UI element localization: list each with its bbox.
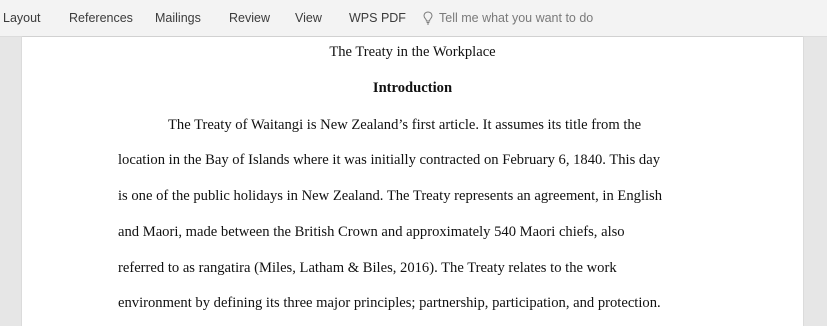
body-line-6: environment by defining its three major … bbox=[118, 295, 661, 311]
body-line-3: is one of the public holidays in New Zea… bbox=[118, 188, 663, 204]
tab-view[interactable]: View bbox=[295, 11, 322, 25]
tell-me-placeholder: Tell me what you want to do bbox=[439, 11, 594, 25]
body-line-2: location in the Bay of Islands where it … bbox=[118, 152, 661, 168]
ribbon-tab-bar: Layout References Mailings Review View W… bbox=[0, 0, 827, 37]
document-page[interactable]: The Treaty in the Workplace Introduction… bbox=[22, 37, 803, 326]
lightbulb-icon bbox=[423, 11, 433, 25]
tab-mailings[interactable]: Mailings bbox=[155, 11, 201, 25]
tab-wps-pdf[interactable]: WPS PDF bbox=[349, 11, 406, 25]
document-title: The Treaty in the Workplace bbox=[329, 44, 496, 60]
body-line-5: referred to as rangatira (Miles, Latham … bbox=[118, 260, 617, 276]
body-line-4: and Maori, made between the British Crow… bbox=[118, 224, 625, 240]
section-heading: Introduction bbox=[372, 80, 453, 96]
tab-references[interactable]: References bbox=[69, 11, 133, 25]
tell-me-search[interactable]: Tell me what you want to do bbox=[423, 9, 593, 27]
tab-layout[interactable]: Layout bbox=[3, 11, 41, 25]
body-line-1: The Treaty of Waitangi is New Zealand’s … bbox=[168, 117, 642, 133]
tab-review[interactable]: Review bbox=[229, 11, 270, 25]
